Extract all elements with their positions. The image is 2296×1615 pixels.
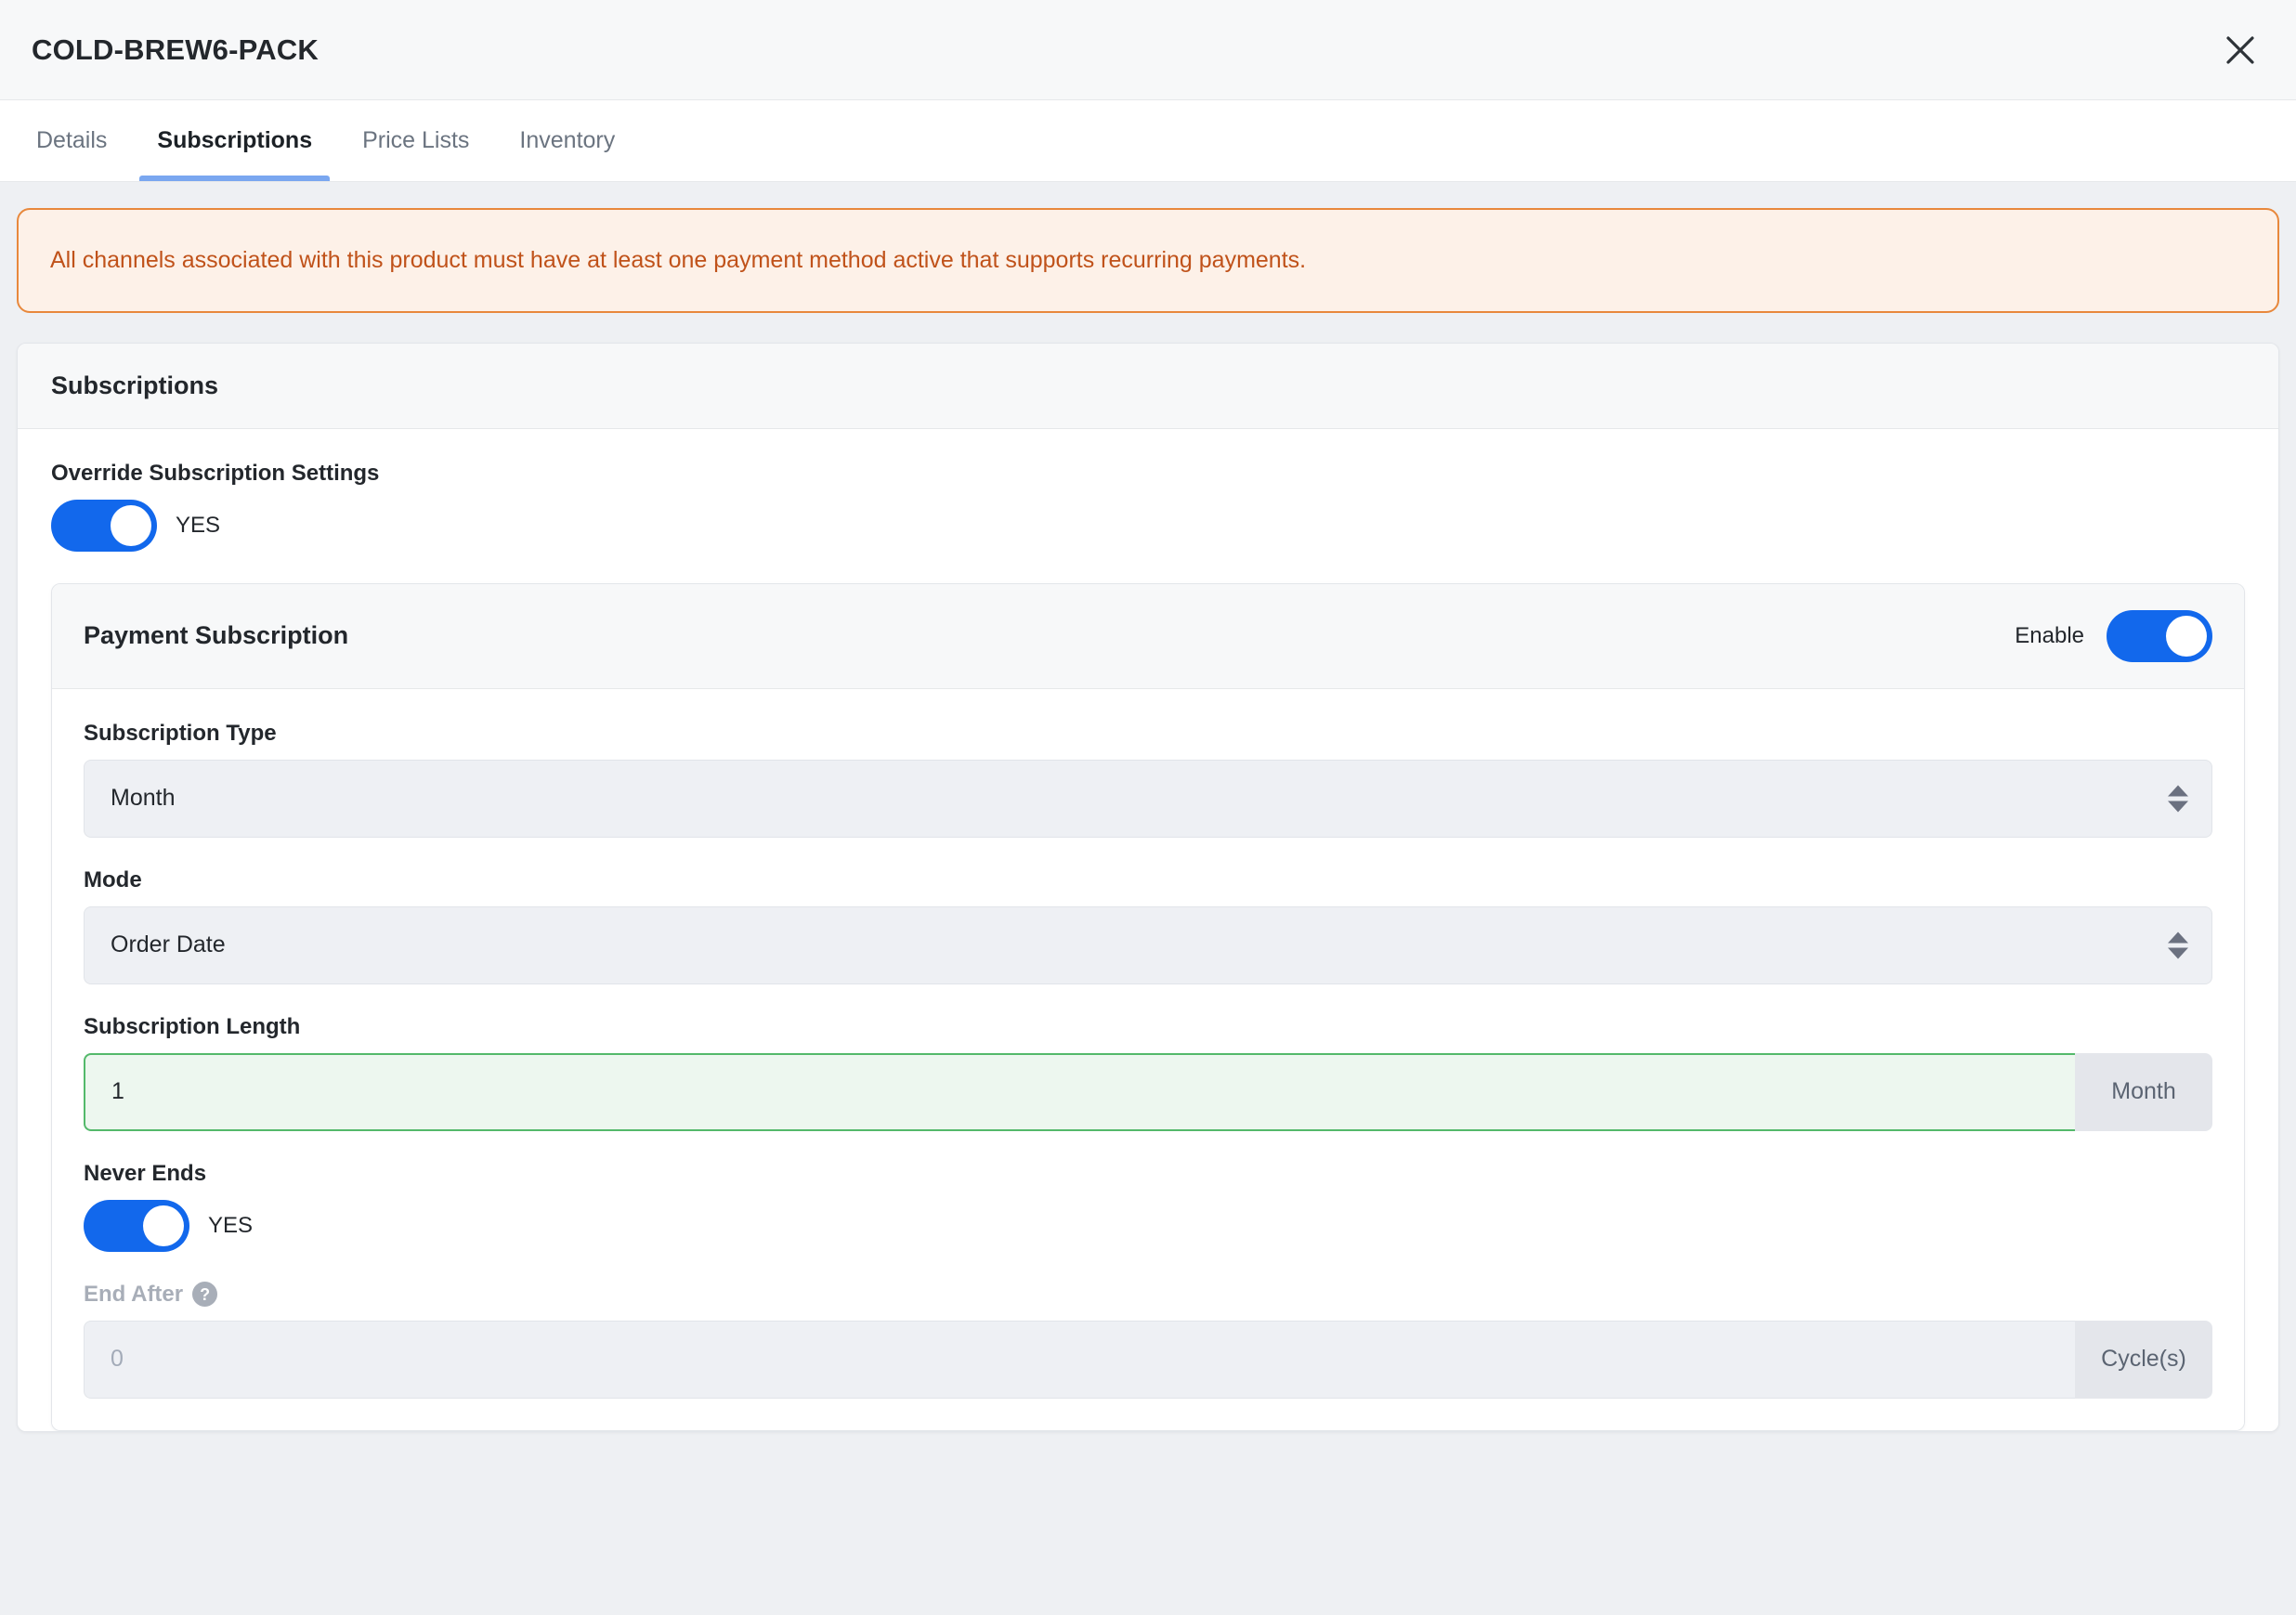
never-ends-group: Never Ends YES xyxy=(84,1161,2212,1252)
subscription-type-label: Subscription Type xyxy=(84,720,277,746)
end-after-label-wrap: End After ? xyxy=(84,1282,2212,1308)
override-subscription-settings-label: Override Subscription Settings xyxy=(51,460,380,486)
mode-select-wrap: Order Date xyxy=(84,905,2212,984)
subscriptions-panel-title: Subscriptions xyxy=(51,371,219,399)
enable-toggle[interactable] xyxy=(2107,609,2212,662)
payment-subscription-card-body: Subscription Type Month Mode Order Date … xyxy=(52,688,2244,1430)
override-subscription-settings-toggle[interactable] xyxy=(51,499,157,552)
end-after-label: End After xyxy=(84,1281,184,1307)
mode-group: Mode Order Date xyxy=(84,867,2212,984)
never-ends-row: YES xyxy=(84,1199,2212,1252)
close-button[interactable] xyxy=(2211,20,2270,80)
mode-label: Mode xyxy=(84,866,142,892)
subscription-length-addon: Month xyxy=(2075,1052,2212,1131)
subscription-length-label: Subscription Length xyxy=(84,1013,301,1039)
toggle-knob xyxy=(143,1205,184,1246)
tab-subscriptions[interactable]: Subscriptions xyxy=(132,100,337,181)
payment-subscription-card: Payment Subscription Enable Subscription… xyxy=(51,582,2245,1431)
close-icon xyxy=(2224,34,2256,66)
tab-label: Price Lists xyxy=(362,127,470,153)
tab-inventory[interactable]: Inventory xyxy=(494,100,640,181)
help-icon[interactable]: ? xyxy=(192,1282,218,1307)
end-after-input[interactable] xyxy=(84,1320,2075,1399)
tab-bar: Details Subscriptions Price Lists Invent… xyxy=(0,100,2296,182)
modal-header: COLD-BREW6-PACK xyxy=(0,0,2296,100)
override-subscription-settings-row: YES xyxy=(51,499,2245,552)
subscription-length-group: Subscription Length Month xyxy=(84,1014,2212,1131)
end-after-group: End After ? Cycle(s) xyxy=(84,1282,2212,1399)
payment-subscription-title: Payment Subscription xyxy=(84,621,349,649)
subscription-length-input[interactable] xyxy=(84,1052,2075,1131)
subscriptions-panel: Subscriptions Override Subscription Sett… xyxy=(17,342,2279,1432)
warning-banner-text: All channels associated with this produc… xyxy=(50,247,1307,273)
mode-select[interactable]: Order Date xyxy=(84,905,2212,984)
end-after-addon: Cycle(s) xyxy=(2075,1320,2212,1399)
never-ends-label: Never Ends xyxy=(84,1160,207,1186)
override-subscription-settings-group: Override Subscription Settings YES xyxy=(51,461,2245,552)
tab-price-lists[interactable]: Price Lists xyxy=(337,100,494,181)
never-ends-state: YES xyxy=(208,1212,254,1238)
tab-label: Inventory xyxy=(519,127,616,153)
mode-value: Order Date xyxy=(111,931,226,957)
subscription-type-select-wrap: Month xyxy=(84,759,2212,838)
subscriptions-panel-header: Subscriptions xyxy=(18,343,2278,429)
warning-banner: All channels associated with this produc… xyxy=(17,208,2279,313)
subscription-type-value: Month xyxy=(111,785,176,811)
tab-label: Details xyxy=(36,127,108,153)
page-title: COLD-BREW6-PACK xyxy=(32,33,319,66)
subscription-type-group: Subscription Type Month xyxy=(84,721,2212,838)
override-subscription-settings-state: YES xyxy=(176,512,221,538)
toggle-knob xyxy=(2166,615,2207,657)
page-body: All channels associated with this produc… xyxy=(0,182,2296,1615)
toggle-knob xyxy=(111,504,151,546)
end-after-input-group: Cycle(s) xyxy=(84,1320,2212,1399)
payment-subscription-enable-group: Enable xyxy=(2015,609,2212,662)
enable-label: Enable xyxy=(2015,622,2084,648)
tab-details[interactable]: Details xyxy=(11,100,132,181)
subscriptions-panel-body: Override Subscription Settings YES Payme… xyxy=(18,428,2278,1431)
never-ends-toggle[interactable] xyxy=(84,1199,189,1252)
payment-subscription-card-header: Payment Subscription Enable xyxy=(52,583,2244,689)
subscription-length-input-group: Month xyxy=(84,1052,2212,1131)
tab-label: Subscriptions xyxy=(157,127,313,153)
subscription-type-select[interactable]: Month xyxy=(84,759,2212,838)
